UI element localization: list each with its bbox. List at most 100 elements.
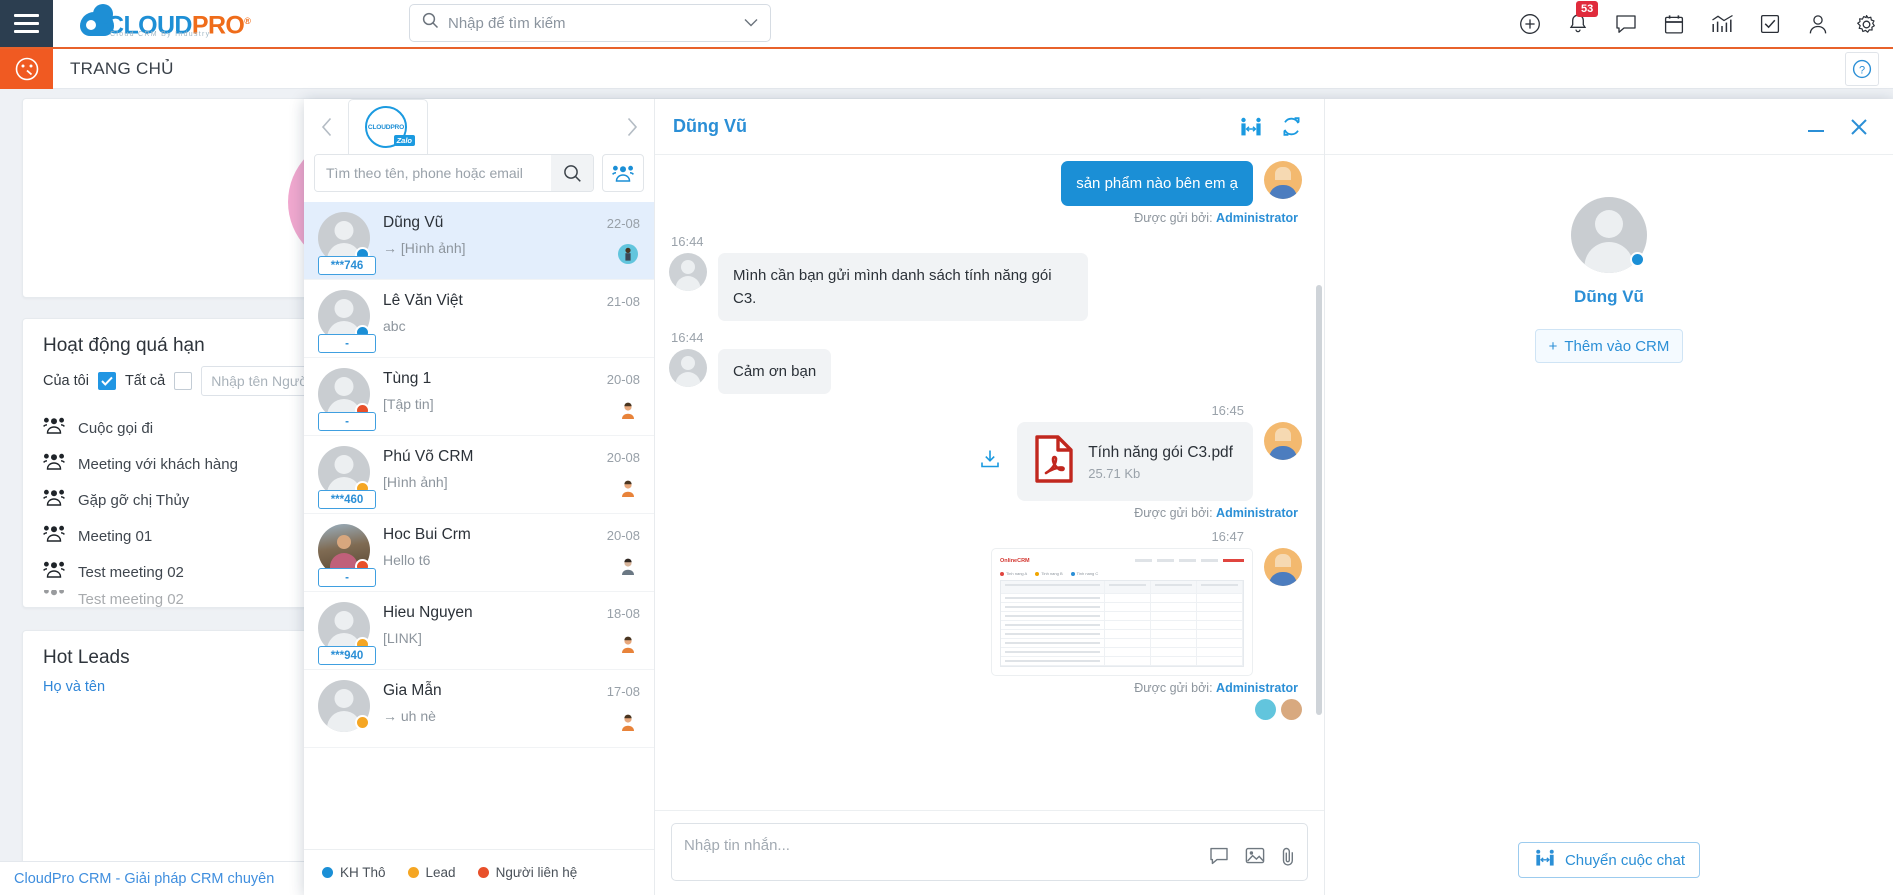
help-button[interactable]: ?	[1845, 52, 1879, 86]
attachment-icon[interactable]	[1281, 847, 1295, 871]
composer-tools	[1209, 847, 1295, 871]
reaction-avatar	[1255, 699, 1276, 720]
download-icon[interactable]	[979, 449, 1001, 474]
message-timestamp: 16:47	[1211, 529, 1244, 544]
chevron-down-icon[interactable]	[744, 14, 758, 32]
assigned-agent-avatar	[618, 244, 638, 264]
file-attachment[interactable]: Tính năng gói C3.pdf 25.71 Kb	[1017, 422, 1253, 501]
message-row: Cảm ơn bạn	[669, 349, 1302, 394]
prev-channel-button[interactable]	[314, 110, 340, 144]
image-legend: Tinh nang A Tinh nang B Tinh nang C	[1000, 571, 1244, 576]
message-bubble-outgoing: sản phẩm nào bên em ạ	[1061, 161, 1253, 206]
message-meta: Được gửi bởi: Administrator	[669, 681, 1298, 695]
dashboard-icon[interactable]	[0, 48, 53, 89]
footer-link[interactable]: CloudPro CRM - Giải pháp CRM chuyên	[14, 871, 274, 887]
contact-tag: -	[318, 568, 376, 587]
search-input[interactable]	[448, 14, 744, 32]
contact-preview: [Tập tin]	[383, 396, 434, 412]
channel-tabs: CLOUDPRO Zalo	[340, 99, 618, 154]
message-timestamp: 16:45	[1211, 403, 1244, 418]
task-icon[interactable]	[1757, 11, 1783, 37]
conversation-list-panel: CLOUDPRO Zalo Tìm theo tên, phone hoặc e…	[304, 99, 655, 895]
global-search[interactable]	[409, 4, 771, 42]
reaction-avatar	[1281, 699, 1302, 720]
tab-zalo[interactable]: CLOUDPRO Zalo	[348, 99, 428, 154]
contact-name: Tùng 1	[383, 370, 432, 387]
people-icon	[43, 590, 65, 608]
contact-name: Hieu Nguyen	[383, 604, 473, 621]
refresh-icon[interactable]	[1276, 112, 1306, 142]
composer-box[interactable]	[671, 823, 1308, 881]
list-item[interactable]: Lê Văn Việt abc 21-08 -	[304, 280, 654, 358]
image-nav-strip	[1135, 558, 1244, 563]
brand-logo[interactable]: CLOUDPRO® Cloud CRM By Industry	[80, 3, 276, 41]
emoji-icon[interactable]	[1209, 847, 1229, 871]
sent-by-prefix: Được gửi bởi:	[1134, 681, 1213, 695]
contact-date: 20-08	[606, 528, 640, 543]
contact-name: Dũng Vũ	[383, 214, 444, 231]
list-item[interactable]: Dũng Vũ → [Hình ảnh] 22-08 ***746	[304, 202, 654, 280]
contact-name: Phú Võ CRM	[383, 448, 474, 465]
zalo-channel-icon: CLOUDPRO Zalo	[365, 106, 415, 148]
transfer-chat-icon	[1533, 849, 1557, 871]
conversation-list[interactable]: Dũng Vũ → [Hình ảnh] 22-08 ***746 Lê Văn…	[304, 202, 654, 849]
bell-icon[interactable]: 53	[1565, 1, 1599, 37]
image-attachment[interactable]: OnlineCRM Tinh nang A Tinh nang B Tinh n…	[991, 548, 1253, 676]
list-item[interactable]: Hoc Bui Crm Hello t6 20-08 -	[304, 514, 654, 592]
filter-mine-checkbox[interactable]	[97, 372, 116, 390]
conversation-search-input[interactable]	[315, 155, 551, 191]
analytics-icon[interactable]	[1709, 11, 1735, 37]
activity-label: Test meeting 02	[78, 563, 184, 581]
message-composer	[655, 810, 1324, 895]
avatar	[1264, 548, 1302, 586]
message-reactions[interactable]	[669, 699, 1302, 720]
minimize-button[interactable]	[1805, 120, 1827, 134]
people-icon	[43, 453, 65, 475]
settings-icon[interactable]	[1853, 11, 1879, 37]
group-filter-button[interactable]	[602, 154, 644, 192]
list-item[interactable]: Tùng 1 [Tập tin] 20-08 -	[304, 358, 654, 436]
list-item[interactable]: Hieu Nguyen [LINK] 18-08 ***940	[304, 592, 654, 670]
legend-item-nguoi-lien-he: Người liên hệ	[477, 865, 577, 880]
list-item[interactable]: Phú Võ CRM [Hình ảnh] 20-08 ***460	[304, 436, 654, 514]
contact-preview: [LINK]	[383, 630, 422, 646]
search-icon[interactable]	[551, 155, 593, 191]
avatar	[318, 680, 370, 732]
next-channel-button[interactable]	[618, 110, 644, 144]
message-meta: Được gửi bởi: Administrator	[669, 211, 1298, 225]
close-icon[interactable]	[1849, 117, 1869, 137]
message-row: OnlineCRM Tinh nang A Tinh nang B Tinh n…	[669, 548, 1302, 676]
list-item[interactable]: Gia Mẫn → uh nè 17-08	[304, 670, 654, 748]
contact-name: Lê Văn Việt	[383, 292, 463, 309]
contact-preview: abc	[383, 318, 406, 334]
message-list[interactable]: sản phẩm nào bên em ạ Được gửi bởi: Admi…	[655, 155, 1324, 810]
filter-all-checkbox[interactable]	[174, 372, 193, 390]
legend-dot	[322, 867, 333, 878]
message-meta: Được gửi bởi: Administrator	[669, 506, 1298, 520]
contact-preview: [Hình ảnh]	[383, 474, 448, 490]
sent-by-prefix: Được gửi bởi:	[1134, 211, 1213, 225]
contact-preview: Hello t6	[383, 552, 431, 568]
message-bubble-incoming: Mình cần bạn gửi mình danh sách tính năn…	[718, 253, 1088, 321]
chat-icon[interactable]	[1613, 11, 1639, 37]
notification-badge: 53	[1576, 1, 1599, 17]
add-icon[interactable]	[1517, 11, 1543, 37]
message-row: sản phẩm nào bên em ạ	[669, 161, 1302, 206]
user-icon[interactable]	[1805, 11, 1831, 37]
people-icon	[43, 561, 65, 583]
transfer-chat-button[interactable]: Chuyển cuộc chat	[1518, 842, 1700, 878]
assigned-agent-avatar	[618, 712, 638, 732]
calendar-icon[interactable]	[1661, 11, 1687, 37]
status-dot	[355, 715, 370, 730]
transfer-chat-icon[interactable]	[1236, 112, 1266, 142]
contact-date: 18-08	[606, 606, 640, 621]
add-to-crm-button[interactable]: + Thêm vào CRM	[1535, 329, 1683, 363]
image-icon[interactable]	[1245, 847, 1265, 871]
message-scrollbar[interactable]	[1316, 285, 1322, 715]
conversation-title: Dũng Vũ	[673, 116, 747, 136]
menu-toggle-button[interactable]	[0, 0, 53, 48]
contact-date: 20-08	[606, 372, 640, 387]
conversation-search[interactable]	[314, 154, 594, 192]
top-navigation-bar: CLOUDPRO® Cloud CRM By Industry 53	[0, 0, 1893, 48]
message-input[interactable]	[684, 834, 1295, 856]
